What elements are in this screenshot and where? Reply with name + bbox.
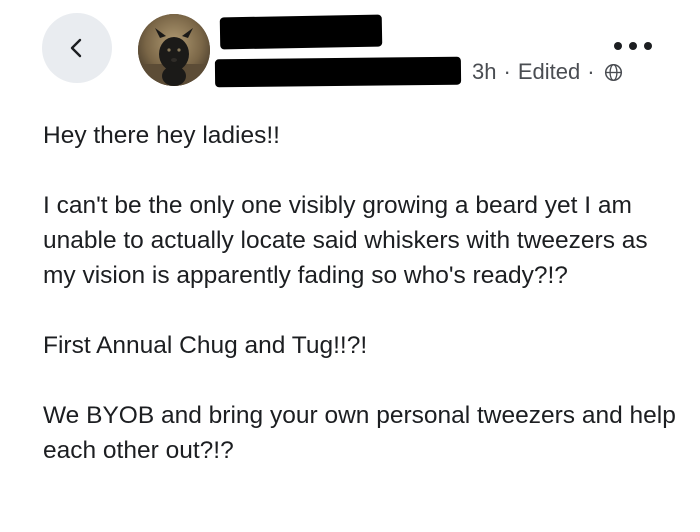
post-meta: 3h · Edited · xyxy=(472,57,623,87)
more-options-button[interactable] xyxy=(610,34,656,60)
back-button[interactable] xyxy=(42,13,112,83)
post-body: Hey there hey ladies!! I can't be the on… xyxy=(43,118,683,468)
meta-separator: · xyxy=(587,59,595,84)
post-paragraph: First Annual Chug and Tug!!?! xyxy=(43,332,368,359)
post-card: 3h · Edited · Hey there hey ladies!! I c… xyxy=(0,0,700,532)
globe-icon[interactable] xyxy=(602,63,623,82)
edited-label[interactable]: Edited xyxy=(518,59,580,85)
chevron-left-icon xyxy=(65,36,89,60)
post-paragraph: We BYOB and bring your own personal twee… xyxy=(43,402,676,464)
meta-separator: · xyxy=(503,59,511,84)
ellipsis-icon xyxy=(613,38,653,56)
timestamp: 3h xyxy=(472,59,497,84)
redacted-name xyxy=(219,14,383,50)
redacted-handle xyxy=(214,56,462,88)
avatar[interactable] xyxy=(138,14,210,86)
post-paragraph: Hey there hey ladies!! xyxy=(43,122,280,149)
post-paragraph: I can't be the only one visibly growing … xyxy=(43,192,648,289)
